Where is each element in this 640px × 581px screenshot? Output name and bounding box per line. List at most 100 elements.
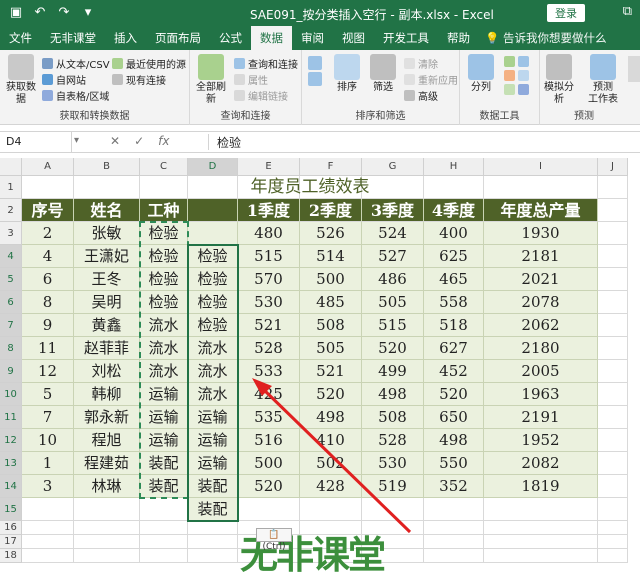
table-cell[interactable]: 520 — [362, 337, 424, 360]
table-cell[interactable]: 程旭 — [74, 429, 140, 452]
table-cell[interactable]: 625 — [424, 245, 484, 268]
cell[interactable] — [22, 498, 74, 521]
table-cell[interactable]: 10 — [22, 429, 74, 452]
table-cell[interactable]: 425 — [238, 383, 300, 406]
split-button[interactable]: 分列 — [462, 54, 500, 94]
row-header-3[interactable]: 3 — [0, 222, 22, 245]
row-header-13[interactable]: 13 — [0, 452, 22, 475]
table-cell[interactable]: 508 — [362, 406, 424, 429]
sort-button[interactable]: 排序 — [328, 54, 366, 94]
table-cell[interactable]: 2082 — [484, 452, 598, 475]
table-cell[interactable]: 2 — [22, 222, 74, 245]
cell[interactable] — [424, 521, 484, 535]
table-cell[interactable]: 508 — [300, 314, 362, 337]
tab-developer[interactable]: 开发工具 — [374, 26, 438, 50]
outline-icon[interactable] — [628, 56, 640, 82]
table-cell[interactable]: 505 — [362, 291, 424, 314]
refresh-all-button[interactable]: 全部刷新 — [192, 54, 230, 106]
table-cell[interactable]: 505 — [300, 337, 362, 360]
cell[interactable] — [598, 549, 628, 563]
table-cell[interactable]: 检验 — [188, 314, 238, 337]
table-cell[interactable]: 519 — [362, 475, 424, 498]
row-header-11[interactable]: 11 — [0, 406, 22, 429]
table-cell[interactable]: 流水 — [188, 337, 238, 360]
table-cell[interactable]: 428 — [300, 475, 362, 498]
cell[interactable] — [484, 521, 598, 535]
cell[interactable] — [598, 176, 628, 199]
table-cell[interactable]: 530 — [238, 291, 300, 314]
table-cell[interactable]: 装配 — [188, 475, 238, 498]
column-header-i[interactable]: I — [484, 158, 598, 176]
table-cell[interactable]: 11 — [22, 337, 74, 360]
table-cell[interactable]: 检验 — [188, 245, 238, 268]
table-cell[interactable]: 林琳 — [74, 475, 140, 498]
table-cell[interactable]: 流水 — [140, 360, 188, 383]
table-cell[interactable]: 装配 — [140, 452, 188, 475]
row-header-8[interactable]: 8 — [0, 337, 22, 360]
name-box-dropdown-icon[interactable]: ▾ — [74, 135, 79, 146]
table-cell[interactable]: 检验 — [188, 268, 238, 291]
table-cell[interactable]: 650 — [424, 406, 484, 429]
table-cell[interactable]: 530 — [362, 452, 424, 475]
cell[interactable] — [598, 199, 628, 222]
login-button[interactable]: 登录 — [547, 4, 585, 22]
column-header-g[interactable]: G — [362, 158, 424, 176]
consolidate-icon[interactable] — [518, 70, 529, 81]
column-header-d[interactable]: D — [188, 158, 238, 176]
table-cell[interactable]: 410 — [300, 429, 362, 452]
table-cell[interactable] — [188, 222, 238, 245]
restore-icon[interactable]: ⧉ — [623, 4, 632, 19]
column-header-b[interactable]: B — [74, 158, 140, 176]
table-cell[interactable]: 12 — [22, 360, 74, 383]
table-cell[interactable]: 检验 — [188, 291, 238, 314]
data-model-icon[interactable] — [518, 84, 529, 95]
cell[interactable] — [74, 535, 140, 549]
formula-input[interactable]: 检验 — [208, 134, 241, 150]
tell-me-box[interactable]: 💡 告诉我你想要做什么 — [485, 30, 606, 46]
cell[interactable] — [188, 535, 238, 549]
table-cell[interactable]: 运输 — [188, 406, 238, 429]
tab-data[interactable]: 数据 — [251, 26, 292, 50]
cancel-icon[interactable]: ✕ — [110, 134, 120, 148]
table-cell[interactable]: 452 — [424, 360, 484, 383]
cell[interactable] — [598, 535, 628, 549]
cell[interactable] — [484, 549, 598, 563]
table-cell[interactable]: 7 — [22, 406, 74, 429]
row-header-7[interactable]: 7 — [0, 314, 22, 337]
cell[interactable] — [484, 535, 598, 549]
row-header-15[interactable]: 15 — [0, 498, 22, 521]
table-cell[interactable]: 装配 — [140, 475, 188, 498]
redo-icon[interactable]: ↷ — [56, 5, 72, 20]
table-cell[interactable]: 2181 — [484, 245, 598, 268]
tab-insert[interactable]: 插入 — [105, 26, 146, 50]
cell[interactable] — [22, 549, 74, 563]
cell[interactable] — [598, 245, 628, 268]
cell[interactable] — [598, 291, 628, 314]
table-cell[interactable]: 499 — [362, 360, 424, 383]
tab-view[interactable]: 视图 — [333, 26, 374, 50]
table-cell[interactable]: 2062 — [484, 314, 598, 337]
remove-duplicates-icon[interactable] — [518, 56, 529, 67]
paste-options-button[interactable]: 📋 (Ctrl) — [256, 528, 292, 552]
table-cell[interactable]: 500 — [300, 268, 362, 291]
table-cell[interactable]: 524 — [362, 222, 424, 245]
table-cell[interactable]: 570 — [238, 268, 300, 291]
table-cell[interactable]: 515 — [362, 314, 424, 337]
advanced-button[interactable]: 高级 — [404, 88, 438, 103]
cell[interactable] — [238, 498, 300, 521]
cell[interactable] — [362, 498, 424, 521]
table-cell[interactable]: 郭永新 — [74, 406, 140, 429]
table-cell[interactable]: 498 — [424, 429, 484, 452]
cell[interactable] — [598, 337, 628, 360]
table-cell[interactable]: 运输 — [188, 429, 238, 452]
cell[interactable] — [22, 521, 74, 535]
table-cell[interactable]: 518 — [424, 314, 484, 337]
table-cell[interactable]: 1930 — [484, 222, 598, 245]
get-data-button[interactable]: 获取数据 — [2, 54, 40, 106]
table-cell[interactable]: 流水 — [140, 314, 188, 337]
cell[interactable] — [598, 360, 628, 383]
table-cell[interactable]: 400 — [424, 222, 484, 245]
table-cell[interactable]: 赵菲菲 — [74, 337, 140, 360]
table-cell[interactable]: 运输 — [140, 429, 188, 452]
table-cell[interactable]: 2005 — [484, 360, 598, 383]
